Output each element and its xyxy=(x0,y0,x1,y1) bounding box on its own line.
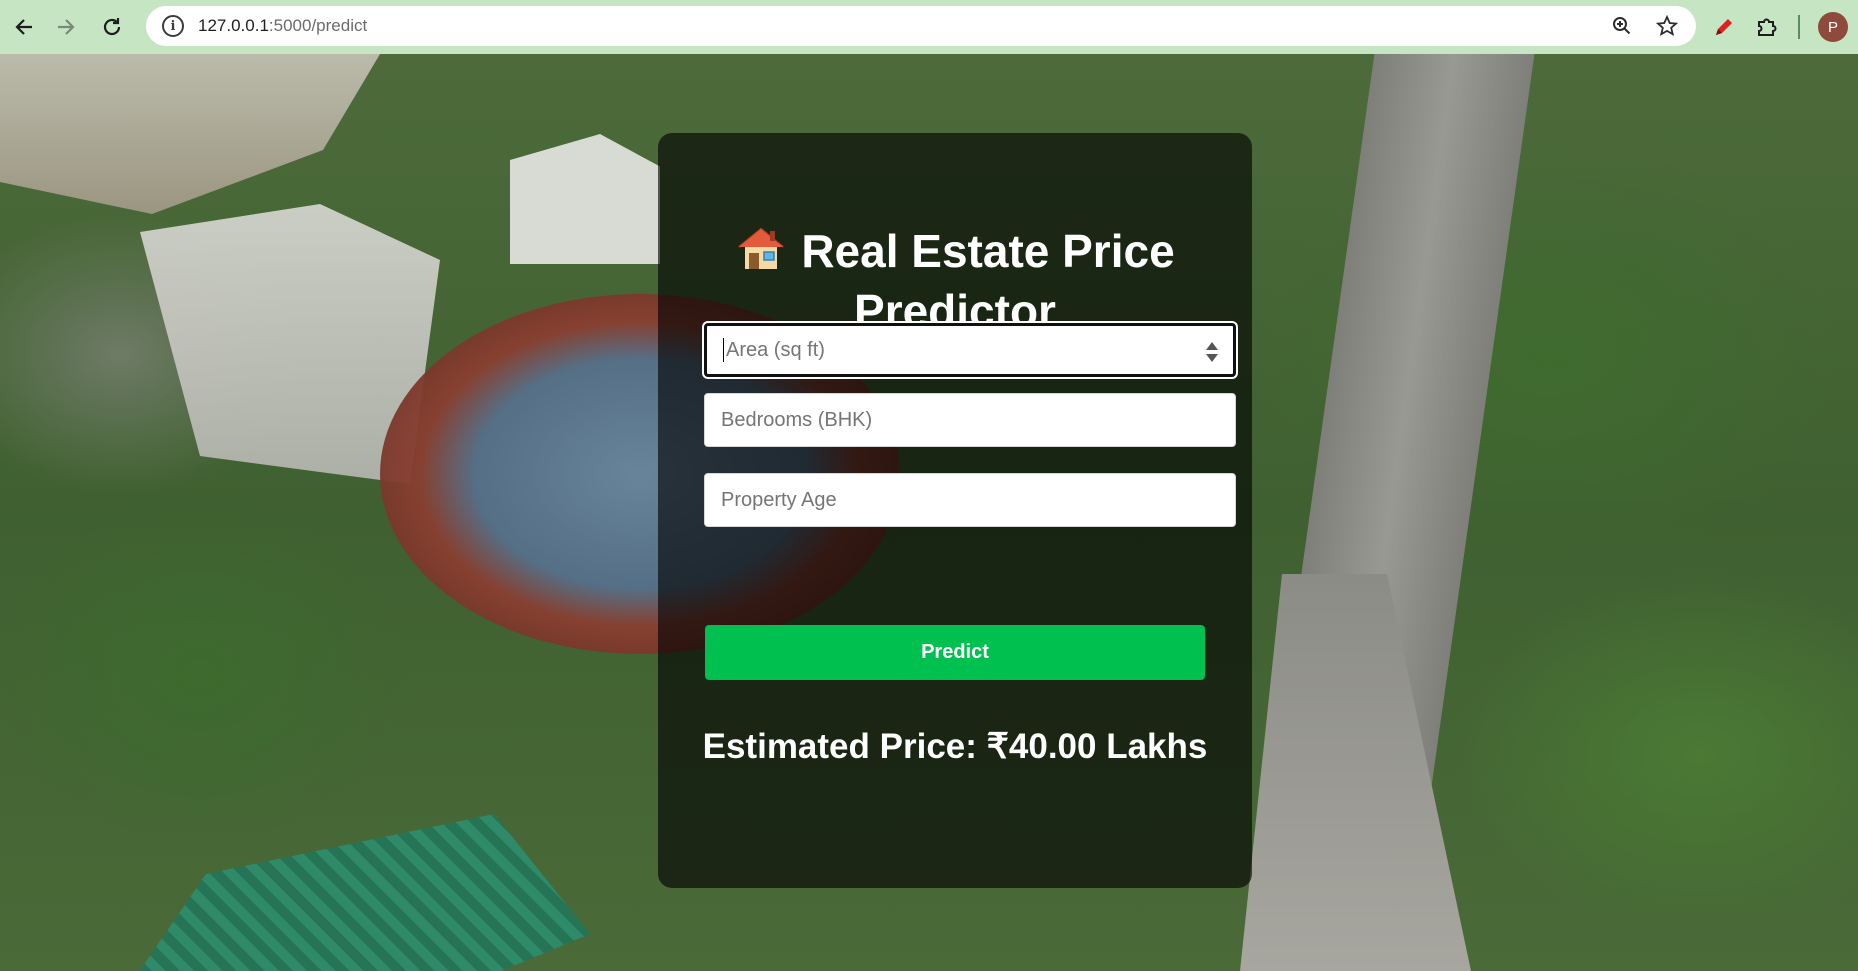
bookmark-star-icon[interactable] xyxy=(1656,15,1678,37)
area-field[interactable] xyxy=(704,323,1236,377)
browser-toolbar: i 127.0.0.1:5000/predict P xyxy=(0,0,1858,54)
age-field[interactable] xyxy=(704,473,1236,527)
forward-arrow-icon xyxy=(58,19,75,35)
background-buildings xyxy=(510,134,660,264)
area-input[interactable] xyxy=(726,338,1217,362)
address-bar[interactable]: i 127.0.0.1:5000/predict xyxy=(146,6,1696,46)
background-buildings xyxy=(0,54,380,214)
back-button[interactable] xyxy=(4,7,44,47)
predict-button[interactable]: Predict xyxy=(705,625,1205,680)
site-info-icon[interactable]: i xyxy=(162,15,184,37)
house-emoji-icon xyxy=(738,227,784,269)
page-title-text: Real Estate Price Predictor xyxy=(801,225,1175,337)
property-age-input[interactable] xyxy=(721,488,1219,512)
url-text: 127.0.0.1:5000/predict xyxy=(198,16,368,35)
puzzle-extensions-icon[interactable] xyxy=(1754,14,1780,40)
back-arrow-icon xyxy=(15,19,32,35)
pen-extension-icon[interactable] xyxy=(1710,14,1736,40)
profile-avatar[interactable]: P xyxy=(1818,12,1848,42)
predictor-card: Real Estate Price Predictor Predict Esti… xyxy=(658,133,1252,888)
forward-button[interactable] xyxy=(46,7,86,47)
bedrooms-input[interactable] xyxy=(721,408,1219,432)
reload-button[interactable] xyxy=(92,7,132,47)
reload-icon xyxy=(103,18,121,36)
background-scaffold-building xyxy=(110,814,590,971)
text-caret xyxy=(723,338,724,362)
bedrooms-field[interactable] xyxy=(704,393,1236,447)
estimated-price-result: Estimated Price: ₹40.00 Lakhs xyxy=(702,727,1208,766)
toolbar-divider xyxy=(1798,15,1800,39)
zoom-icon[interactable] xyxy=(1612,16,1632,36)
number-spinner-icon[interactable] xyxy=(1205,340,1219,364)
